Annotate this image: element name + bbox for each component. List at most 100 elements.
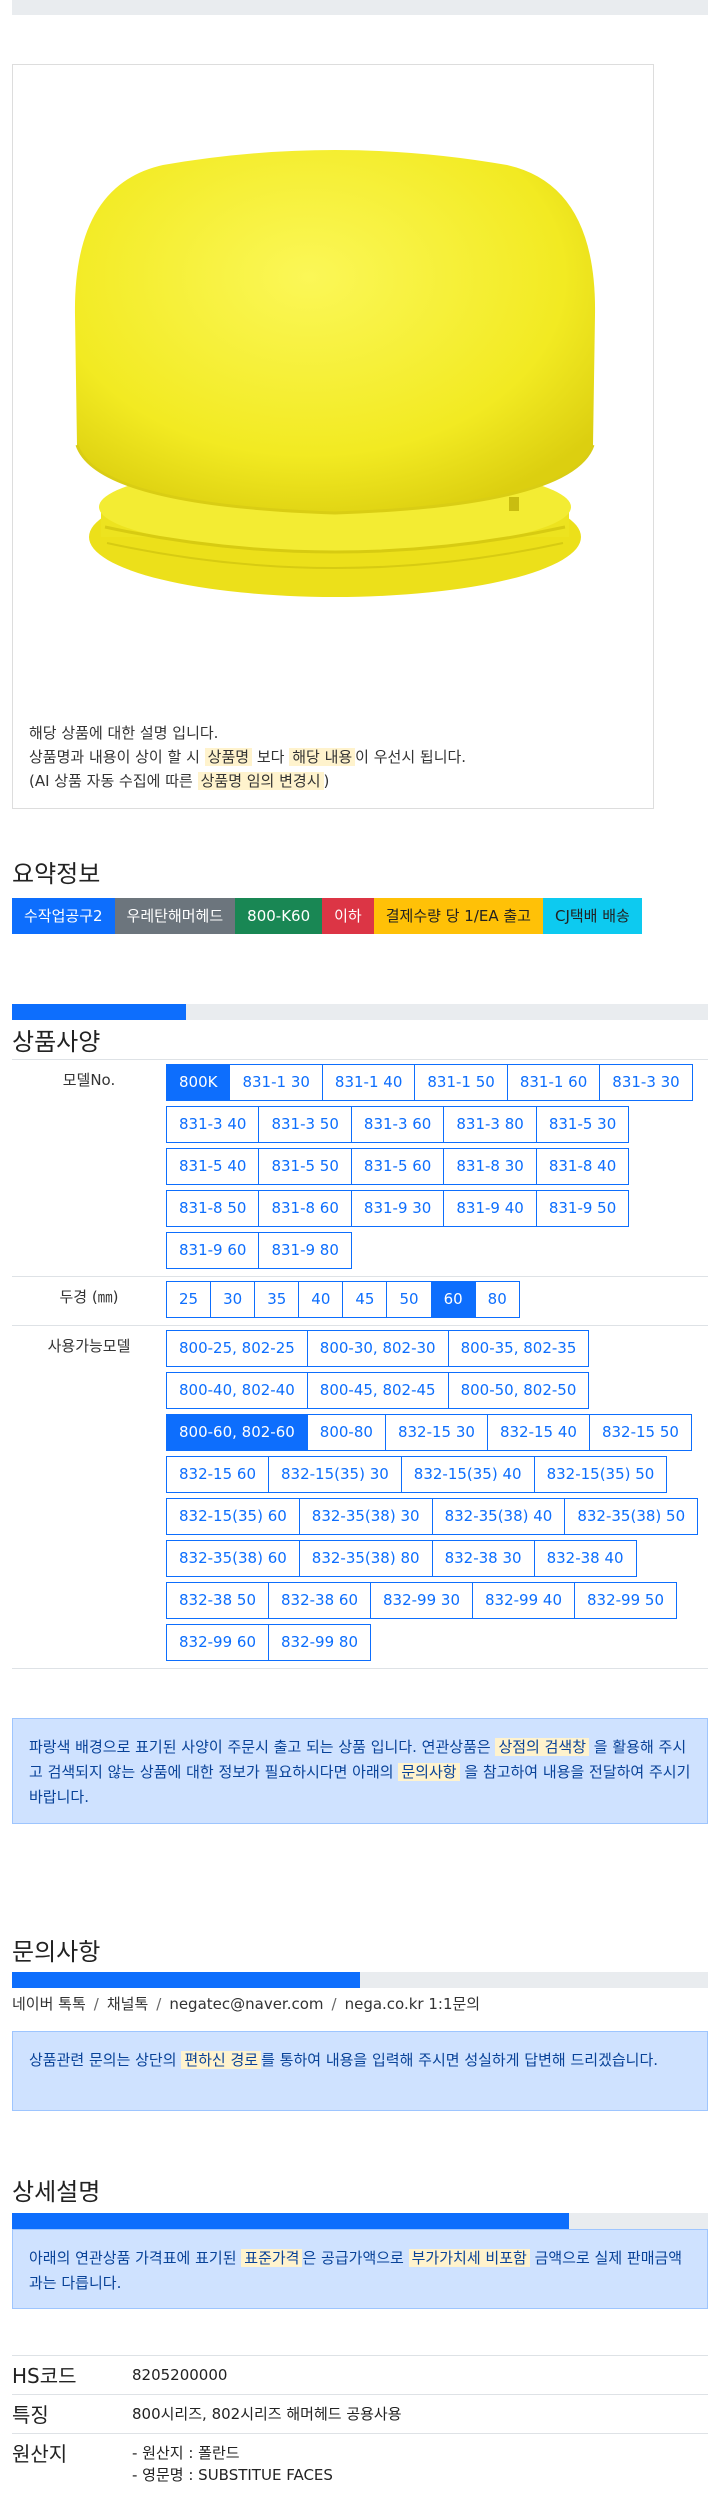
desc-line-2: 상품명과 내용이 상이 할 시 상품명 보다 해당 내용 이 우선시 됩니다. [29,748,467,766]
diameter-option[interactable]: 40 [298,1281,344,1318]
compat-option[interactable]: 832-15(35) 60 [166,1498,300,1535]
compat-option[interactable]: 800-45, 802-45 [306,1372,449,1409]
compat-option[interactable]: 800-40, 802-40 [166,1372,308,1409]
product-description: 해당 상품에 대한 설명 입니다. 상품명과 내용이 상이 할 시 상품명 보다… [29,721,466,793]
compat-option[interactable]: 832-99 30 [370,1582,473,1619]
inquiry-info-alert: 상품관련 문의는 상단의 편하신 경로 를 통하여 내용을 입력해 주시면 성실하… [12,2031,708,2111]
compat-option[interactable]: 832-35(38) 40 [431,1498,566,1535]
model-option[interactable]: 831-8 40 [535,1148,630,1185]
compat-option[interactable]: 832-15(35) 40 [400,1456,535,1493]
compat-option[interactable]: 800-50, 802-50 [447,1372,590,1409]
model-option[interactable]: 831-3 60 [350,1106,445,1143]
compat-label: 사용가능모델 [47,1337,131,1355]
model-option[interactable]: 831-3 40 [166,1106,260,1143]
diameter-option[interactable]: 60 [430,1281,476,1318]
model-option[interactable]: 831-9 80 [258,1232,352,1269]
model-option[interactable]: 831-1 40 [321,1064,416,1101]
top-bar [12,0,708,15]
model-option[interactable]: 831-3 30 [599,1064,693,1101]
model-option[interactable]: 831-5 40 [166,1148,260,1185]
compat-option[interactable]: 832-15(35) 30 [268,1456,402,1493]
diameter-options: 25 30 35 40 45 50 60 80 [166,1277,708,1325]
model-option[interactable]: 831-9 40 [443,1190,537,1227]
diameter-option[interactable]: 80 [474,1281,520,1318]
model-label: 모델No. [62,1071,116,1089]
compat-option[interactable]: 832-35(38) 60 [166,1540,300,1577]
compat-option[interactable]: 832-99 80 [268,1624,371,1661]
diameter-option[interactable]: 45 [342,1281,388,1318]
compat-option[interactable]: 832-38 30 [431,1540,535,1577]
summary-badges: 수작업공구2 우레탄해머헤드 800-K60 이하 결제수량 당 1/EA 출고… [12,898,642,934]
inquiry-progress-fill [12,1972,360,1988]
model-option[interactable]: 831-3 80 [443,1106,537,1143]
compat-option[interactable]: 832-38 40 [533,1540,637,1577]
model-option[interactable]: 831-1 30 [229,1064,323,1101]
compat-option[interactable]: 832-99 50 [574,1582,677,1619]
detail-progress [12,2213,708,2229]
compat-option[interactable]: 832-15 40 [486,1414,590,1451]
spec-table: 모델No. 800K 831-1 30 831-1 40 831-1 50 831-1 … [12,1059,708,1669]
detail-origin-country: - 원산지 : 폴란드 [132,2444,240,2462]
compat-option[interactable]: 832-15(35) 50 [533,1456,668,1493]
model-option[interactable]: 831-9 30 [350,1190,445,1227]
compat-option[interactable]: 832-15 50 [588,1414,692,1451]
model-option[interactable]: 831-9 60 [166,1232,260,1269]
detail-row-hscode: HS코드 8205200000 [12,2356,708,2395]
model-option[interactable]: 831-1 50 [414,1064,508,1101]
detail-key-hscode: HS코드 [12,2364,77,2388]
contact-naver-talk[interactable]: 네이버 톡톡 [12,1995,86,2013]
detail-info-alert: 아래의 연관상품 가격표에 표기된 표준가격 은 공급가액으로 부가가치세 비포함… [12,2229,708,2309]
spec-row-model: 모델No. 800K 831-1 30 831-1 40 831-1 50 831-1 … [12,1060,708,1277]
compat-option[interactable]: 832-38 50 [166,1582,269,1619]
model-option[interactable]: 831-5 30 [535,1106,630,1143]
compat-option[interactable]: 832-99 60 [166,1624,269,1661]
model-option[interactable]: 831-8 50 [166,1190,260,1227]
desc-line-3: (AI 상품 자동 수집에 따른 상품명 임의 변경시) [29,772,330,790]
model-option[interactable]: 831-3 50 [258,1106,352,1143]
product-image-box: 해당 상품에 대한 설명 입니다. 상품명과 내용이 상이 할 시 상품명 보다… [12,64,654,809]
model-option[interactable]: 831-8 30 [443,1148,537,1185]
detail-title: 상세설명 [12,2178,101,2206]
summary-title: 요약정보 [12,860,101,888]
diameter-option[interactable]: 50 [386,1281,432,1318]
diameter-option[interactable]: 30 [210,1281,256,1318]
detail-value-hscode: 8205200000 [132,2366,228,2384]
contact-channel-talk[interactable]: 채널톡 [107,1995,148,2013]
compat-option[interactable]: 800-30, 802-30 [306,1330,449,1367]
diameter-option[interactable]: 35 [254,1281,300,1318]
compat-option[interactable]: 832-15 60 [166,1456,269,1493]
compat-option[interactable]: 800-60, 802-60 [166,1414,308,1451]
model-option[interactable]: 831-1 60 [506,1064,601,1101]
spec-progress [12,1004,708,1020]
compat-option[interactable]: 832-35(38) 50 [564,1498,699,1535]
model-option[interactable]: 831-5 60 [350,1148,445,1185]
compat-option[interactable]: 832-35(38) 30 [298,1498,433,1535]
detail-origin-english: - 영문명 : SUBSTITUE FACES [132,2466,333,2484]
spec-row-diameter: 두경 (㎜) 25 30 35 40 45 50 60 80 [12,1277,708,1326]
compat-option[interactable]: 832-99 40 [472,1582,575,1619]
inquiry-title: 문의사항 [12,1938,101,1966]
spec-row-compat: 사용가능모델 800-25, 802-25 800-30, 802-30 800-3… [12,1326,708,1669]
detail-value-origin: - 원산지 : 폴란드 - 영문명 : SUBSTITUE FACES [132,2434,708,2494]
contact-channels: 네이버 톡톡 / 채널톡 / negatec@naver.com / nega.co.kr … [12,1995,481,2013]
compat-option[interactable]: 832-15 30 [384,1414,488,1451]
contact-email[interactable]: negatec@naver.com [169,1995,323,2013]
badge-type: 우레탄해머헤드 [114,898,236,934]
compat-option[interactable]: 800-25, 802-25 [166,1330,308,1367]
compat-option[interactable]: 832-38 60 [268,1582,371,1619]
detail-key-origin: 원산지 [12,2442,68,2466]
model-options: 800K 831-1 30 831-1 40 831-1 50 831-1 60 831-… [166,1060,708,1276]
diameter-label: 두경 (㎜) [59,1288,119,1306]
diameter-option[interactable]: 25 [166,1281,212,1318]
compat-option[interactable]: 800-80 [306,1414,386,1451]
detail-row-origin: 원산지 - 원산지 : 폴란드 - 영문명 : SUBSTITUE FACES [12,2434,708,2494]
detail-key-feature: 특징 [12,2403,49,2427]
contact-site-inquiry[interactable]: nega.co.kr 1:1문의 [345,1995,481,2013]
model-option[interactable]: 831-9 50 [535,1190,630,1227]
model-option[interactable]: 800K [166,1064,231,1101]
model-option[interactable]: 831-5 50 [258,1148,352,1185]
compat-option[interactable]: 832-35(38) 80 [298,1540,433,1577]
model-option[interactable]: 831-8 60 [258,1190,352,1227]
badge-model: 800-K60 [235,898,323,934]
compat-option[interactable]: 800-35, 802-35 [447,1330,590,1367]
